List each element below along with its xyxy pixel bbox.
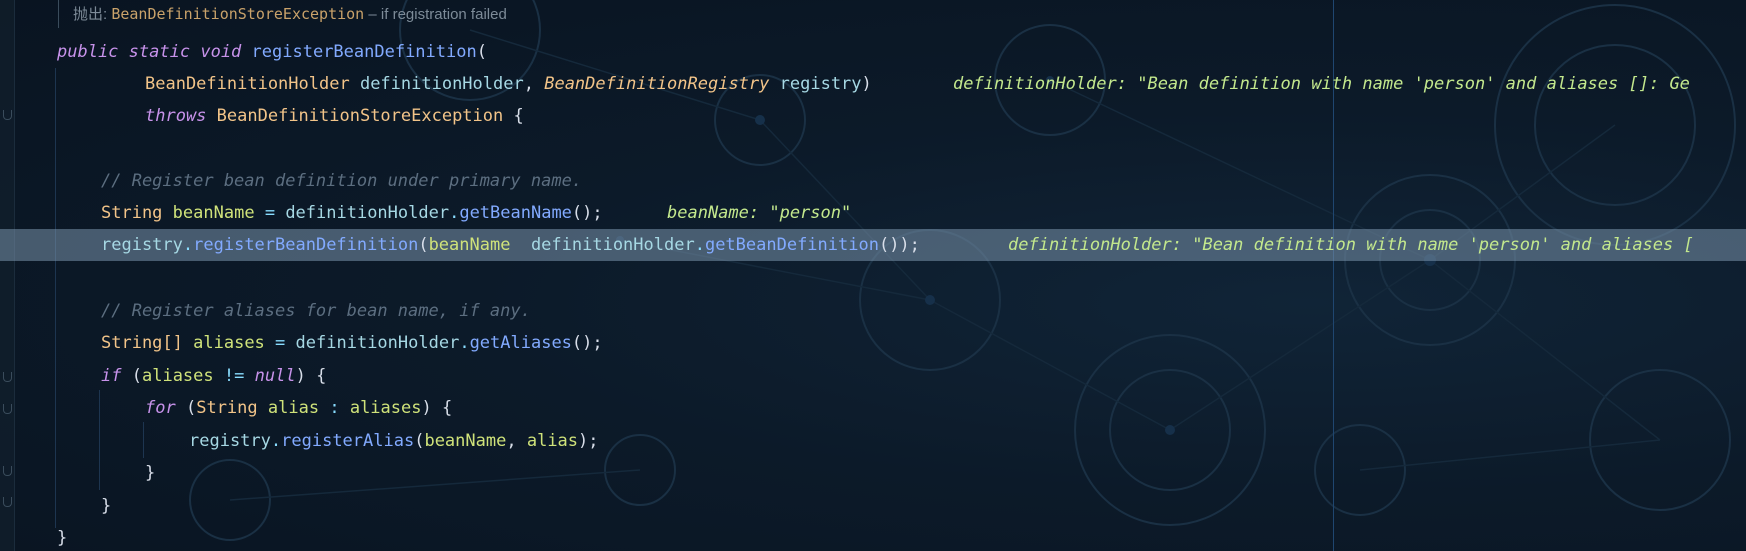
code-line-11[interactable]: if (aliases != null) { bbox=[0, 360, 1746, 392]
code-line-6[interactable]: String beanName = definitionHolder.getBe… bbox=[0, 197, 1746, 229]
local-variable[interactable]: beanName bbox=[429, 235, 511, 255]
closing-brace: } bbox=[57, 528, 68, 548]
throws-prefix: 抛出: bbox=[73, 6, 108, 23]
inline-debug-value: beanName: "person" bbox=[667, 203, 852, 223]
keyword: void bbox=[200, 42, 242, 62]
current-execution-line[interactable]: registry.registerBeanDefinition(beanName… bbox=[0, 229, 1746, 261]
code-line-2[interactable]: BeanDefinitionHolder definitionHolder, B… bbox=[0, 68, 1746, 100]
punctuation: (); bbox=[571, 333, 603, 353]
punctuation: . bbox=[182, 235, 194, 255]
type-name[interactable]: String bbox=[196, 398, 257, 418]
punctuation: , bbox=[523, 74, 534, 94]
parameter-name[interactable]: definitionHolder bbox=[531, 235, 695, 255]
parameter-name[interactable]: registry bbox=[189, 431, 271, 451]
operator: : bbox=[329, 398, 340, 418]
code-line-13[interactable]: registry.registerAlias(beanName, alias); bbox=[0, 425, 1746, 457]
keyword: if bbox=[101, 366, 122, 386]
operator: = bbox=[264, 203, 276, 223]
punctuation: . bbox=[270, 431, 282, 451]
punctuation: . bbox=[694, 235, 705, 255]
code-line-1[interactable]: public static void registerBeanDefinitio… bbox=[0, 36, 1746, 68]
method-call[interactable]: getBeanName bbox=[459, 203, 572, 223]
code-line-10[interactable]: String[] aliases = definitionHolder.getA… bbox=[0, 327, 1746, 359]
method-name[interactable]: registerBeanDefinition bbox=[252, 42, 477, 62]
keyword: static bbox=[128, 42, 191, 62]
type-name[interactable]: String[] bbox=[101, 333, 183, 353]
code-comment: // Register bean definition under primar… bbox=[101, 171, 583, 191]
punctuation: { bbox=[513, 106, 524, 126]
code-editor[interactable]: 抛出: BeanDefinitionStoreException – if re… bbox=[0, 0, 1746, 551]
punctuation: { bbox=[316, 366, 327, 386]
punctuation: (); bbox=[571, 203, 603, 223]
local-variable[interactable]: aliases bbox=[142, 366, 214, 386]
keyword: for bbox=[145, 398, 176, 418]
operator: = bbox=[275, 333, 286, 353]
type-name[interactable]: BeanDefinitionStoreException bbox=[217, 106, 504, 126]
throws-exception-link[interactable]: BeanDefinitionStoreException bbox=[111, 5, 364, 23]
punctuation: ( bbox=[476, 42, 487, 62]
code-line-14[interactable]: } bbox=[0, 457, 1746, 489]
parameter-name[interactable]: definitionHolder bbox=[296, 333, 460, 353]
punctuation: . bbox=[459, 333, 470, 353]
method-call[interactable]: registerBeanDefinition bbox=[193, 235, 418, 255]
keyword: public bbox=[57, 42, 119, 62]
keyword: null bbox=[254, 366, 296, 386]
punctuation: ( bbox=[185, 398, 197, 418]
punctuation: . bbox=[449, 203, 460, 223]
operator: != bbox=[223, 366, 245, 386]
closing-brace: } bbox=[145, 463, 156, 483]
local-variable[interactable]: aliases bbox=[350, 398, 422, 418]
parameter-name[interactable]: definitionHolder bbox=[360, 74, 524, 94]
local-variable[interactable]: aliases bbox=[193, 333, 265, 353]
inline-debug-value: definitionHolder: "Bean definition with … bbox=[953, 74, 1690, 94]
method-call[interactable]: getBeanDefinition bbox=[705, 235, 879, 255]
method-call[interactable]: registerAlias bbox=[281, 431, 414, 451]
local-variable[interactable]: alias bbox=[527, 431, 578, 451]
code-line-16[interactable]: } bbox=[0, 522, 1746, 551]
javadoc-throws-hint: 抛出: BeanDefinitionStoreException – if re… bbox=[58, 0, 507, 28]
local-variable[interactable]: alias bbox=[268, 398, 319, 418]
parameter-name[interactable]: registry bbox=[780, 74, 862, 94]
parameter-name[interactable]: definitionHolder bbox=[285, 203, 449, 223]
code-comment: // Register aliases for bean name, if an… bbox=[101, 301, 531, 321]
punctuation: ); bbox=[578, 431, 599, 451]
punctuation: ()); bbox=[878, 235, 920, 255]
code-line-5[interactable]: // Register bean definition under primar… bbox=[0, 165, 1746, 197]
punctuation: ) bbox=[421, 398, 432, 418]
code-line-12[interactable]: for (String alias : aliases) { bbox=[0, 392, 1746, 424]
punctuation: { bbox=[441, 398, 453, 418]
type-name[interactable]: BeanDefinitionRegistry bbox=[544, 74, 769, 94]
code-line-15[interactable]: } bbox=[0, 490, 1746, 522]
punctuation: ( bbox=[131, 366, 142, 386]
type-name[interactable]: String bbox=[101, 203, 162, 223]
closing-brace: } bbox=[101, 496, 112, 516]
local-variable[interactable]: beanName bbox=[173, 203, 255, 223]
local-variable[interactable]: beanName bbox=[424, 431, 506, 451]
punctuation: ) bbox=[295, 366, 306, 386]
punctuation: ) bbox=[861, 74, 872, 94]
type-name[interactable]: BeanDefinitionHolder bbox=[145, 74, 350, 94]
inline-debug-value: definitionHolder: "Bean definition with … bbox=[1008, 235, 1694, 255]
keyword: throws bbox=[145, 106, 207, 126]
code-line-3[interactable]: throws BeanDefinitionStoreException { bbox=[0, 100, 1746, 132]
code-line-9[interactable]: // Register aliases for bean name, if an… bbox=[0, 295, 1746, 327]
parameter-name[interactable]: registry bbox=[101, 235, 183, 255]
punctuation: , bbox=[506, 431, 517, 451]
punctuation: ( bbox=[414, 431, 425, 451]
throws-description: – if registration failed bbox=[368, 6, 507, 23]
punctuation: ( bbox=[418, 235, 429, 255]
method-call[interactable]: getAliases bbox=[470, 333, 572, 353]
